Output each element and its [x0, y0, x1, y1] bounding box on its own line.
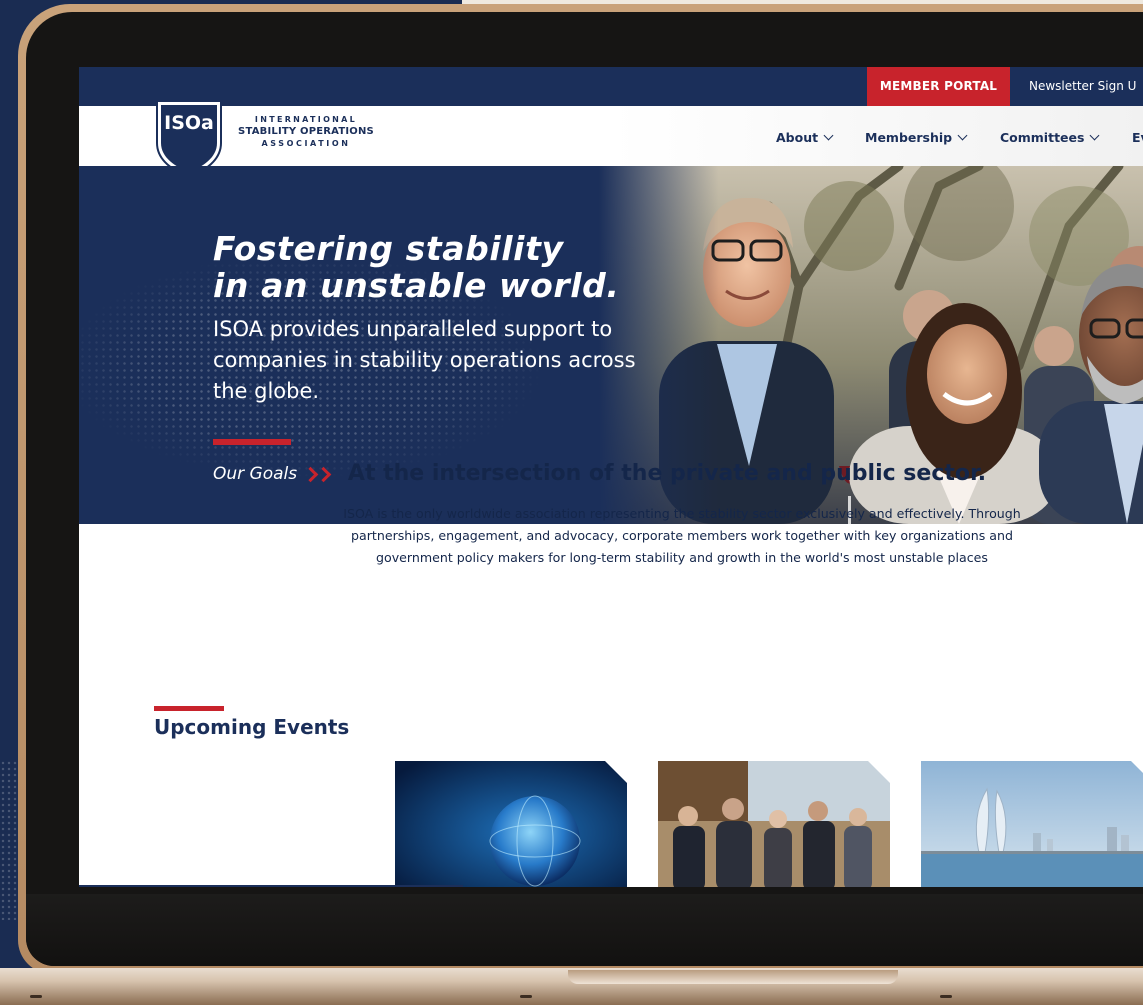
intro-heading: At the intersection of the private and p…	[347, 461, 987, 486]
logo-line-stability-operations: STABILITY OPERATIONS	[238, 126, 374, 137]
intro-line: government policy makers for long-term s…	[376, 550, 988, 565]
chevron-down-icon	[823, 130, 834, 140]
hero-title: Fostering stability in an unstable world…	[213, 230, 620, 304]
logo-mark-text: ISOa	[164, 112, 214, 134]
intro-paragraph: ISOA is the only worldwide association r…	[292, 503, 1072, 569]
nav-item-label: Membership	[865, 129, 953, 145]
laptop-hinge-notch	[568, 970, 898, 984]
hero-title-line: in an unstable world.	[213, 266, 620, 305]
event-image-skyline	[921, 761, 1143, 887]
chevron-down-icon	[957, 130, 968, 140]
hero-accent-rule	[213, 439, 291, 445]
member-portal-button[interactable]: MEMBER PORTAL	[867, 67, 1010, 106]
intro-line: ISOA is the only worldwide association r…	[343, 506, 1021, 521]
nav-item-about[interactable]: About	[776, 128, 834, 146]
event-card[interactable]	[921, 761, 1143, 887]
logo-line-association: ASSOCIATION	[261, 139, 351, 148]
upcoming-events-heading: Upcoming Events	[154, 715, 350, 739]
hero-subtitle: ISOA provides unparalleled support to co…	[213, 317, 636, 403]
event-image-reception	[658, 761, 890, 887]
hero-title-line: Fostering stability	[213, 229, 564, 268]
event-image-globe	[395, 761, 627, 887]
laptop-base-detail	[520, 995, 532, 998]
laptop-base-detail	[30, 995, 42, 998]
events-accent-rule	[154, 706, 224, 711]
intro-line: partnerships, engagement, and advocacy, …	[351, 528, 1013, 543]
utility-bar: MEMBER PORTAL Newsletter Sign U	[79, 67, 1143, 106]
logo-wordmark[interactable]: INTERNATIONAL STABILITY OPERATIONS ASSOC…	[226, 116, 386, 148]
event-card[interactable]	[395, 761, 627, 887]
laptop-base-detail	[940, 995, 952, 998]
newsletter-signup-link[interactable]: Newsletter Sign U	[1029, 67, 1136, 106]
nav-item-events[interactable]: Ev	[1132, 128, 1143, 146]
nav-item-label: Ev	[1132, 129, 1143, 145]
website-screen: MEMBER PORTAL Newsletter Sign U ISOa INT…	[79, 67, 1143, 887]
logo-line-international: INTERNATIONAL	[254, 115, 358, 124]
screen-bottom-strip	[79, 885, 463, 887]
nav-item-label: About	[776, 129, 819, 145]
nav-item-label: Committees	[1000, 129, 1085, 145]
event-card[interactable]	[658, 761, 890, 887]
nav-item-committees[interactable]: Committees	[1000, 128, 1100, 146]
nav-item-membership[interactable]: Membership	[865, 128, 968, 146]
laptop-chin	[26, 894, 1143, 966]
chevron-down-icon	[1090, 130, 1100, 140]
